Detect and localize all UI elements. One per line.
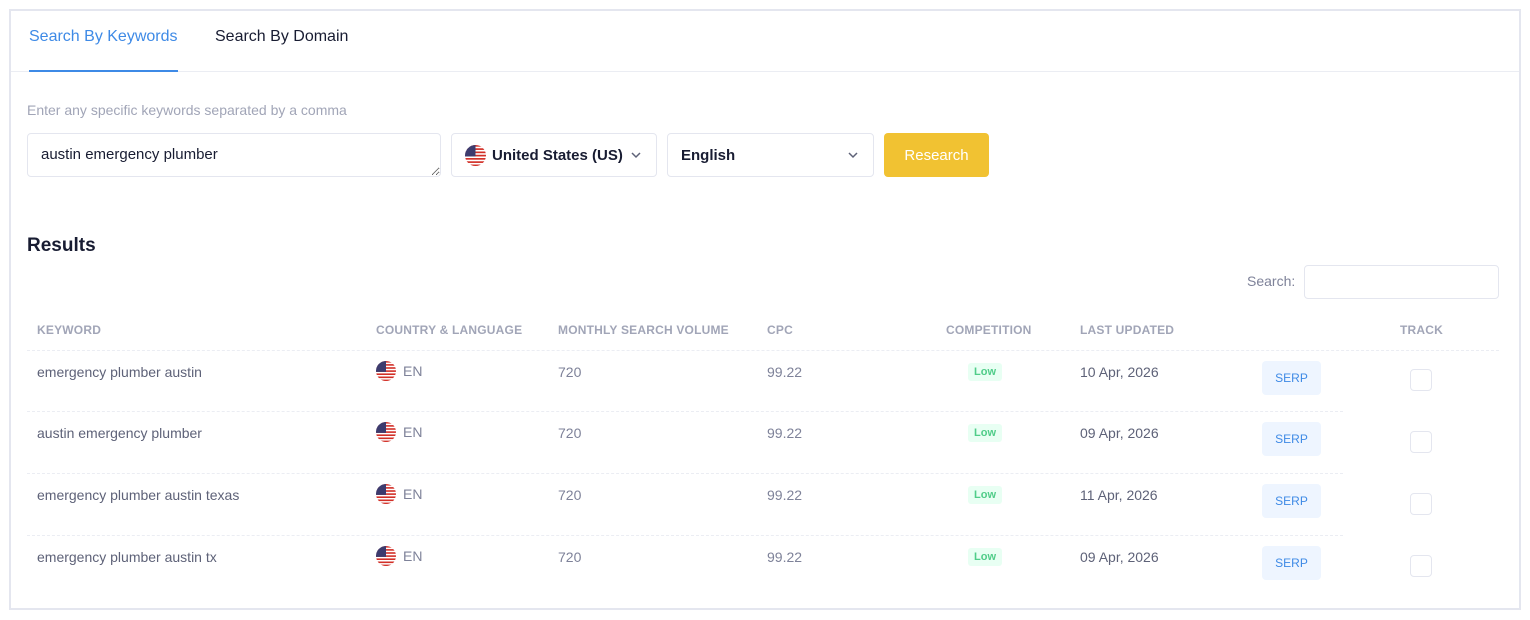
us-flag-icon xyxy=(376,546,396,566)
keyword-cell: emergency plumber austin tx xyxy=(37,549,217,565)
competition-badge: Low xyxy=(968,486,1002,504)
keywords-hint: Enter any specific keywords separated by… xyxy=(27,102,347,118)
us-flag-icon xyxy=(376,361,396,381)
language-code: EN xyxy=(403,424,423,440)
country-language-cell: EN xyxy=(376,484,422,504)
country-language-cell: EN xyxy=(376,422,422,442)
monthly-volume-cell: 720 xyxy=(558,425,582,441)
competition-badge: Low xyxy=(968,548,1002,566)
row-divider xyxy=(27,535,1343,536)
track-checkbox[interactable] xyxy=(1410,493,1432,515)
us-flag-icon xyxy=(465,144,486,166)
language-select[interactable]: English xyxy=(667,133,874,177)
cpc-cell: 99.22 xyxy=(767,487,803,503)
serp-button[interactable]: SERP xyxy=(1262,361,1321,395)
language-select-value: English xyxy=(681,146,736,164)
track-checkbox[interactable] xyxy=(1410,555,1432,577)
track-checkbox[interactable] xyxy=(1410,431,1432,453)
keywords-input[interactable] xyxy=(27,133,441,177)
header-divider xyxy=(27,350,1499,351)
column-header-last-updated: LAST UPDATED xyxy=(1080,323,1175,337)
column-header-track: TRACK xyxy=(1400,323,1443,337)
table-search-label: Search: xyxy=(1247,273,1296,289)
monthly-volume-cell: 720 xyxy=(558,364,582,380)
language-code: EN xyxy=(403,548,423,564)
monthly-volume-cell: 720 xyxy=(558,487,582,503)
column-header-competition: COMPETITION xyxy=(946,323,1032,337)
serp-button[interactable]: SERP xyxy=(1262,546,1321,580)
track-checkbox[interactable] xyxy=(1410,369,1432,391)
serp-button[interactable]: SERP xyxy=(1262,484,1321,518)
row-divider xyxy=(27,411,1343,412)
tab-bar: Search By Keywords Search By Domain xyxy=(11,11,1519,72)
cpc-cell: 99.22 xyxy=(767,364,803,380)
column-header-monthly-search-volume: MONTHLY SEARCH VOLUME xyxy=(558,323,729,337)
last-updated-cell: 09 Apr, 2026 xyxy=(1080,549,1159,565)
competition-badge: Low xyxy=(968,363,1002,381)
row-divider xyxy=(27,473,1343,474)
last-updated-cell: 11 Apr, 2026 xyxy=(1080,487,1158,503)
column-header-keyword: KEYWORD xyxy=(37,323,102,337)
chevron-down-icon xyxy=(848,152,858,159)
column-header-country-language: COUNTRY & LANGUAGE xyxy=(376,323,523,337)
tab-search-by-keywords[interactable]: Search By Keywords xyxy=(29,28,178,72)
us-flag-icon xyxy=(376,484,396,504)
table-search-input[interactable] xyxy=(1304,265,1499,299)
country-language-cell: EN xyxy=(376,361,422,381)
keyword-cell: austin emergency plumber xyxy=(37,425,202,441)
us-flag-icon xyxy=(376,422,396,442)
country-select-value: United States (US) xyxy=(492,146,623,164)
country-language-cell: EN xyxy=(376,546,422,566)
language-code: EN xyxy=(403,363,423,379)
language-code: EN xyxy=(403,486,423,502)
cpc-cell: 99.22 xyxy=(767,425,803,441)
tab-search-by-domain[interactable]: Search By Domain xyxy=(215,28,348,72)
last-updated-cell: 10 Apr, 2026 xyxy=(1080,364,1159,380)
research-button[interactable]: Research xyxy=(884,133,989,177)
results-title: Results xyxy=(27,235,96,256)
country-select[interactable]: United States (US) xyxy=(451,133,657,177)
cpc-cell: 99.22 xyxy=(767,549,803,565)
keyword-cell: emergency plumber austin texas xyxy=(37,487,240,503)
monthly-volume-cell: 720 xyxy=(558,549,582,565)
chevron-down-icon xyxy=(631,152,641,159)
last-updated-cell: 09 Apr, 2026 xyxy=(1080,425,1159,441)
column-header-cpc: CPC xyxy=(767,323,793,337)
competition-badge: Low xyxy=(968,424,1002,442)
keyword-cell: emergency plumber austin xyxy=(37,364,202,380)
keyword-research-card: Search By Keywords Search By Domain Ente… xyxy=(9,9,1521,610)
serp-button[interactable]: SERP xyxy=(1262,422,1321,456)
